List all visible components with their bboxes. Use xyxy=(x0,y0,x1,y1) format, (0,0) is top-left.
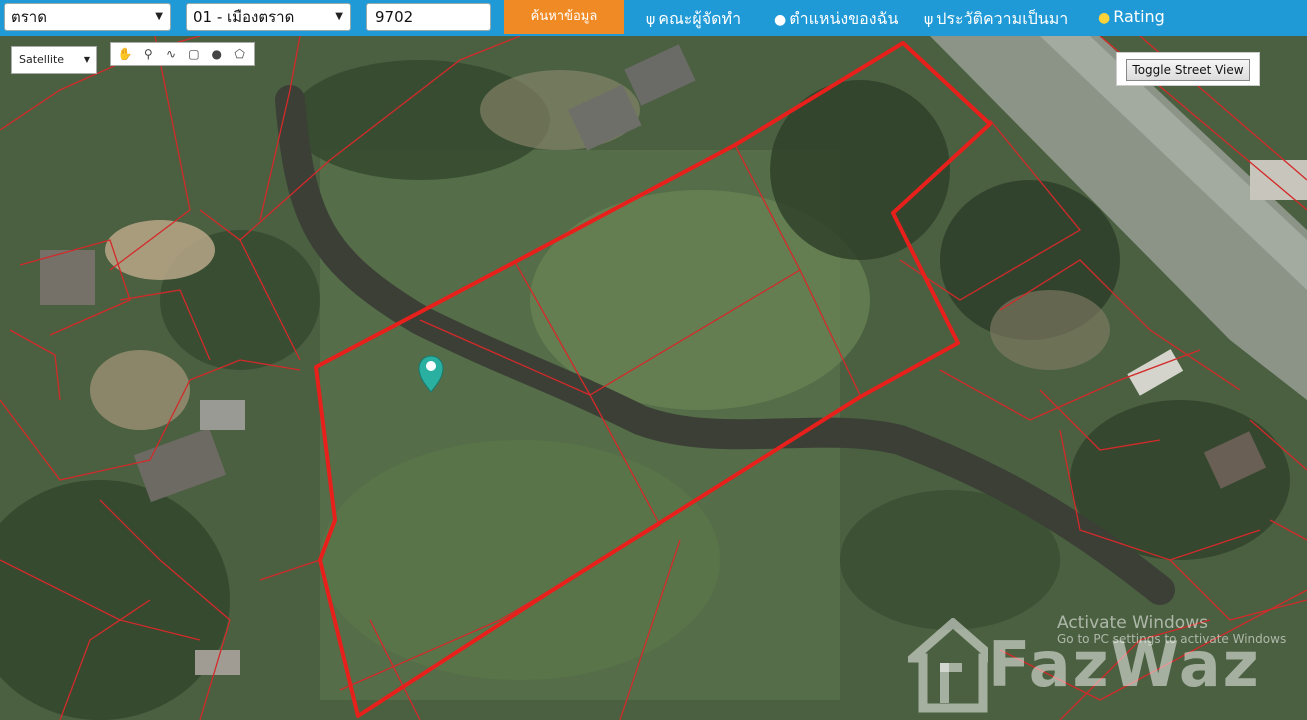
nav-link-team[interactable]: ψ คณะผู้จัดทำ xyxy=(646,7,741,32)
hand-icon[interactable]: ✋ xyxy=(116,47,134,61)
street-view-control: Toggle Street View xyxy=(1116,52,1260,86)
nav-link-label: คณะผู้จัดทำ xyxy=(658,9,742,28)
activate-windows-watermark: Activate Windows Go to PC settings to ac… xyxy=(1057,614,1286,646)
nav-link-history[interactable]: ψ ประวัติความเป็นมา xyxy=(924,7,1068,32)
activate-windows-title: Activate Windows xyxy=(1057,613,1208,633)
chevron-down-icon: ▼ xyxy=(83,55,90,64)
district-select-value: 01 - เมืองตราด xyxy=(193,8,295,26)
district-select[interactable]: 01 - เมืองตราด ▼ xyxy=(186,3,351,31)
map-type-value: Satellite xyxy=(19,53,65,66)
province-select-value: ตราด xyxy=(11,8,47,26)
rectangle-icon[interactable]: ▢ xyxy=(185,47,203,61)
star-icon: ● xyxy=(1098,10,1111,26)
nav-link-my-location[interactable]: ● ตำแหน่งของฉัน xyxy=(774,7,898,32)
search-button[interactable]: ค้นหาข้อมูล xyxy=(504,0,624,34)
building xyxy=(1250,160,1307,200)
nav-link-label: ตำแหน่งของฉัน xyxy=(789,9,899,28)
building xyxy=(200,400,245,430)
map-type-select[interactable]: Satellite ▼ xyxy=(11,46,97,74)
nav-link-rating[interactable]: ● Rating xyxy=(1098,7,1165,26)
marker-icon[interactable]: ⚲ xyxy=(139,47,157,61)
nav-link-label: Rating xyxy=(1113,7,1165,26)
grass-patch xyxy=(320,440,720,680)
bare-ground xyxy=(105,220,215,280)
fazwaz-logo-icon xyxy=(908,618,988,713)
bare-ground xyxy=(90,350,190,430)
antenna-icon: ψ xyxy=(924,12,934,28)
polyline-icon[interactable]: ∿ xyxy=(162,47,180,61)
building xyxy=(40,250,95,305)
toggle-street-view-button[interactable]: Toggle Street View xyxy=(1126,59,1250,81)
chevron-down-icon: ▼ xyxy=(335,11,343,22)
activate-windows-subtitle: Go to PC settings to activate Windows xyxy=(1057,631,1287,646)
polygon-icon[interactable]: ⬠ xyxy=(231,47,249,61)
parcel-number-input[interactable]: 9702 xyxy=(366,3,491,31)
bare-ground xyxy=(990,290,1110,370)
top-toolbar: ตราด ▼ 01 - เมืองตราด ▼ 9702 ค้นหาข้อมูล… xyxy=(0,0,1307,36)
chevron-down-icon: ▼ xyxy=(155,11,163,22)
province-select[interactable]: ตราด ▼ xyxy=(4,3,171,31)
drawing-toolbar: ✋ ⚲ ∿ ▢ ● ⬠ xyxy=(110,42,255,66)
circle-icon[interactable]: ● xyxy=(208,47,226,61)
antenna-icon: ψ xyxy=(646,12,656,28)
nav-link-label: ประวัติความเป็นมา xyxy=(936,9,1069,28)
person-icon: ● xyxy=(774,12,787,28)
